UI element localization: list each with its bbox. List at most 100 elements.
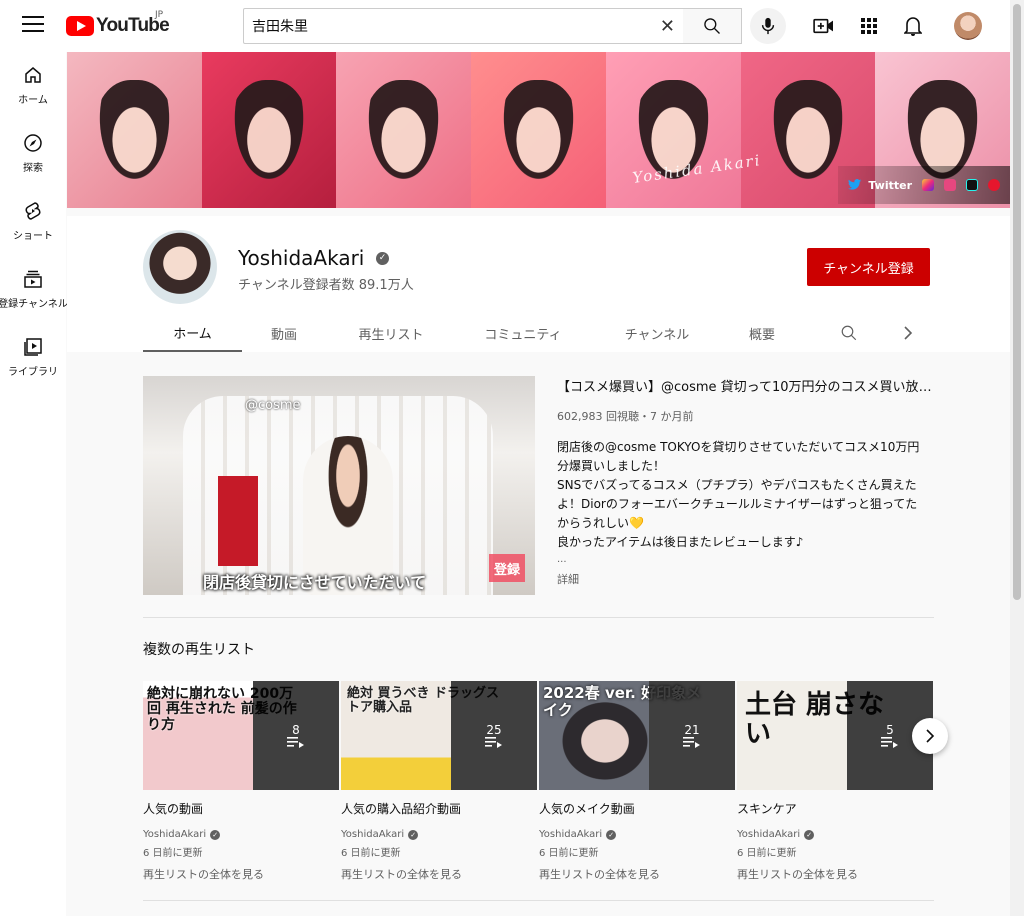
youtube-logo[interactable]: YouTube (66, 14, 170, 38)
search-input[interactable] (252, 18, 642, 34)
tab-channels[interactable]: チャンネル (609, 314, 705, 352)
tiktok-icon[interactable] (966, 179, 978, 191)
menu-icon[interactable] (22, 16, 44, 34)
playlist-channel[interactable]: YoshidaAkari ✓ (341, 829, 537, 840)
tab-home[interactable]: ホーム (143, 314, 242, 352)
scrollbar-thumb[interactable] (1013, 4, 1021, 600)
channel-avatar[interactable] (143, 230, 217, 304)
playlist-view-all-link[interactable]: 再生リストの全体を見る (143, 866, 339, 882)
section-divider (143, 900, 934, 901)
channel-banner: Yoshida Akari Twitter (67, 52, 1010, 208)
playlist-thumbnail[interactable]: 土台 崩さない 5 (737, 681, 933, 790)
playlist-channel-name: YoshidaAkari (737, 829, 801, 840)
playlist-video-count: 5 (886, 722, 894, 737)
search-button[interactable] (683, 8, 742, 44)
sidebar: ホーム 探索 ショート 登録チャンネル ライブラリ (0, 52, 68, 916)
description-more-link[interactable]: 詳細 (557, 571, 579, 587)
playlist-count-overlay: 25 (451, 681, 537, 790)
link-icon[interactable] (944, 179, 956, 191)
playlist-title[interactable]: スキンケア (737, 800, 933, 817)
playlist-icon (287, 736, 304, 748)
playlist-thumbnail[interactable]: 2022春 ver. 好印象メイク 21 (539, 681, 735, 790)
banner-photo (605, 52, 741, 208)
logo-region: JP (155, 10, 164, 20)
playlist-card: 絶対 買うべき ドラッグストア購入品 25 人気の購入品紹介動画 Yoshida… (341, 681, 537, 882)
playlist-card: 絶対に崩れない 200万回 再生された 前髪の作り方 8 人気の動画 Yoshi… (143, 681, 339, 882)
verified-icon: ✓ (408, 829, 419, 840)
thumbnail-top-text: @cosme (245, 398, 301, 413)
account-avatar[interactable] (954, 12, 982, 40)
sidebar-item-subscriptions[interactable]: 登録チャンネル (0, 256, 68, 322)
subscriptions-icon (24, 270, 42, 288)
twitter-label: Twitter (868, 178, 912, 192)
banner-photo (201, 52, 337, 208)
playlist-channel[interactable]: YoshidaAkari ✓ (737, 829, 933, 840)
sidebar-item-shorts[interactable]: ショート (0, 188, 66, 254)
chevron-right-icon (926, 729, 935, 743)
apps-button[interactable] (857, 14, 881, 38)
description-ellipsis: ... (557, 554, 567, 565)
thumbnail-sign (218, 476, 258, 566)
playlist-icon (881, 736, 898, 748)
playlist-card: 2022春 ver. 好印象メイク 21 人気のメイク動画 YoshidaAka… (539, 681, 735, 882)
playlist-channel[interactable]: YoshidaAkari ✓ (143, 829, 339, 840)
playlist-view-all-link[interactable]: 再生リストの全体を見る (737, 866, 933, 882)
explore-icon (24, 133, 42, 152)
sidebar-item-library[interactable]: ライブラリ (0, 324, 66, 390)
sidebar-item-label: 探索 (23, 162, 43, 174)
channel-home-content: @cosme 閉店後貸切にさせていただいて 登録 【コスメ爆買い】@cosme … (67, 352, 1010, 916)
playlist-thumbnail[interactable]: 絶対に崩れない 200万回 再生された 前髪の作り方 8 (143, 681, 339, 790)
channel-search-button[interactable] (829, 314, 869, 352)
verified-icon: ✓ (210, 829, 221, 840)
tab-videos[interactable]: 動画 (259, 314, 309, 352)
playlist-view-all-link[interactable]: 再生リストの全体を見る (341, 866, 537, 882)
top-header: YouTube JP ✕ (0, 0, 1010, 52)
tabs-scroll-right-button[interactable] (893, 314, 923, 352)
banner-photo (471, 52, 606, 208)
playlist-count-overlay: 21 (649, 681, 735, 790)
page-scrollbar[interactable] (1010, 0, 1024, 916)
shorts-icon (25, 201, 41, 220)
playlists-section-title[interactable]: 複数の再生リスト (143, 639, 255, 659)
tab-community[interactable]: コミュニティ (473, 314, 573, 352)
twitter-icon (848, 179, 862, 190)
create-video-button[interactable] (812, 14, 836, 38)
playlist-channel[interactable]: YoshidaAkari ✓ (539, 829, 735, 840)
weibo-icon[interactable] (988, 179, 1000, 191)
verified-icon: ✓ (606, 829, 617, 840)
playlist-count-overlay: 8 (253, 681, 339, 790)
microphone-icon (761, 17, 775, 35)
tab-about[interactable]: 概要 (737, 314, 787, 352)
instagram-icon[interactable] (922, 179, 934, 191)
apps-grid-icon (861, 18, 877, 34)
twitter-link[interactable]: Twitter (848, 179, 912, 192)
playlist-view-all-link[interactable]: 再生リストの全体を見る (539, 866, 735, 882)
playlist-channel-name: YoshidaAkari (341, 829, 405, 840)
library-icon (24, 337, 42, 356)
playlist-thumbnail[interactable]: 絶対 買うべき ドラッグストア購入品 25 (341, 681, 537, 790)
playlist-title[interactable]: 人気の動画 (143, 800, 339, 817)
playlist-updated: 6 日前に更新 (737, 848, 797, 859)
thumbnail-caption: 閉店後貸切にさせていただいて (203, 573, 427, 592)
sidebar-item-home[interactable]: ホーム (0, 52, 66, 118)
thumbnail-badge: 登録 (489, 554, 525, 582)
clear-icon[interactable]: ✕ (660, 16, 675, 37)
notifications-button[interactable] (901, 14, 925, 38)
subscribe-button[interactable]: チャンネル登録 (807, 248, 930, 286)
playlist-card: 土台 崩さない 5 スキンケア YoshidaAkari ✓ 6 日前に更新 再生… (737, 681, 933, 882)
voice-search-button[interactable] (750, 8, 786, 44)
playlists-next-button[interactable] (912, 718, 948, 754)
featured-video-title[interactable]: 【コスメ爆買い】@cosme 貸切って10万円分のコスメ買い放題… (557, 376, 937, 395)
playlist-title[interactable]: 人気のメイク動画 (539, 800, 735, 817)
playlist-title[interactable]: 人気の購入品紹介動画 (341, 800, 537, 817)
verified-icon: ✓ (804, 829, 815, 840)
sidebar-item-explore[interactable]: 探索 (0, 120, 66, 186)
search-icon (841, 325, 857, 341)
featured-video-thumbnail[interactable]: @cosme 閉店後貸切にさせていただいて 登録 (143, 376, 535, 595)
playlist-video-count: 25 (486, 722, 502, 737)
sidebar-item-label: ショート (13, 230, 53, 242)
banner-social-links: Twitter (838, 166, 1010, 204)
tab-playlists[interactable]: 再生リスト (341, 314, 441, 352)
banner-photo (336, 52, 472, 208)
playlist-channel-name: YoshidaAkari (143, 829, 207, 840)
